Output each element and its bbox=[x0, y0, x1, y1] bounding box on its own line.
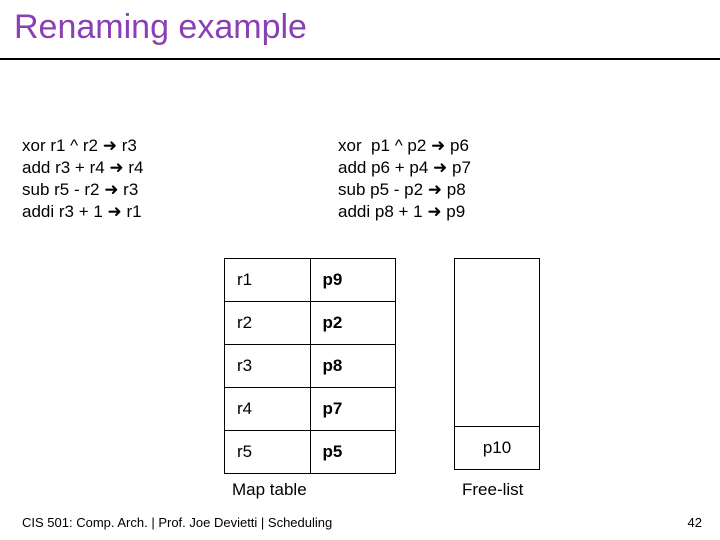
table-row: r5 p5 bbox=[225, 431, 396, 474]
arrow-icon: ➜ bbox=[103, 135, 117, 157]
title-divider bbox=[0, 58, 720, 60]
free-list-entry: p10 bbox=[455, 426, 539, 469]
map-table-caption: Map table bbox=[232, 480, 307, 500]
code-line: xor p1 ^ p2 ➜ p6 bbox=[338, 136, 469, 155]
arch-reg-cell: r3 bbox=[225, 345, 311, 388]
page-number: 42 bbox=[688, 515, 702, 530]
free-list-box: p10 bbox=[454, 258, 540, 470]
arrow-icon: ➜ bbox=[108, 201, 122, 223]
arch-reg-cell: r2 bbox=[225, 302, 311, 345]
phys-reg-cell: p2 bbox=[310, 302, 396, 345]
arrow-icon: ➜ bbox=[109, 157, 123, 179]
code-line: add p6 + p4 ➜ p7 bbox=[338, 158, 471, 177]
phys-reg-cell: p8 bbox=[310, 345, 396, 388]
table-row: r1 p9 bbox=[225, 259, 396, 302]
arch-reg-cell: r5 bbox=[225, 431, 311, 474]
arrow-icon: ➜ bbox=[104, 179, 118, 201]
table-row: r4 p7 bbox=[225, 388, 396, 431]
original-code-block: xor r1 ^ r2 ➜ r3 add r3 + r4 ➜ r4 sub r5… bbox=[22, 135, 144, 223]
code-line: xor r1 ^ r2 ➜ r3 bbox=[22, 136, 137, 155]
phys-reg-cell: p9 bbox=[310, 259, 396, 302]
free-list-caption: Free-list bbox=[462, 480, 523, 500]
code-line: addi p8 + 1 ➜ p9 bbox=[338, 202, 465, 221]
map-table: r1 p9 r2 p2 r3 p8 r4 p7 r5 p5 bbox=[224, 258, 396, 474]
code-line: add r3 + r4 ➜ r4 bbox=[22, 158, 144, 177]
arrow-icon: ➜ bbox=[433, 157, 447, 179]
table-row: r3 p8 bbox=[225, 345, 396, 388]
phys-reg-cell: p7 bbox=[310, 388, 396, 431]
arrow-icon: ➜ bbox=[431, 135, 445, 157]
code-line: addi r3 + 1 ➜ r1 bbox=[22, 202, 142, 221]
phys-reg-cell: p5 bbox=[310, 431, 396, 474]
code-line: sub r5 - r2 ➜ r3 bbox=[22, 180, 138, 199]
slide-footer: CIS 501: Comp. Arch. | Prof. Joe Deviett… bbox=[22, 515, 332, 530]
renamed-code-block: xor p1 ^ p2 ➜ p6 add p6 + p4 ➜ p7 sub p5… bbox=[338, 135, 471, 223]
code-line: sub p5 - p2 ➜ p8 bbox=[338, 180, 466, 199]
slide-title: Renaming example bbox=[14, 8, 307, 47]
arrow-icon: ➜ bbox=[427, 201, 441, 223]
arch-reg-cell: r1 bbox=[225, 259, 311, 302]
arch-reg-cell: r4 bbox=[225, 388, 311, 431]
table-row: r2 p2 bbox=[225, 302, 396, 345]
arrow-icon: ➜ bbox=[428, 179, 442, 201]
